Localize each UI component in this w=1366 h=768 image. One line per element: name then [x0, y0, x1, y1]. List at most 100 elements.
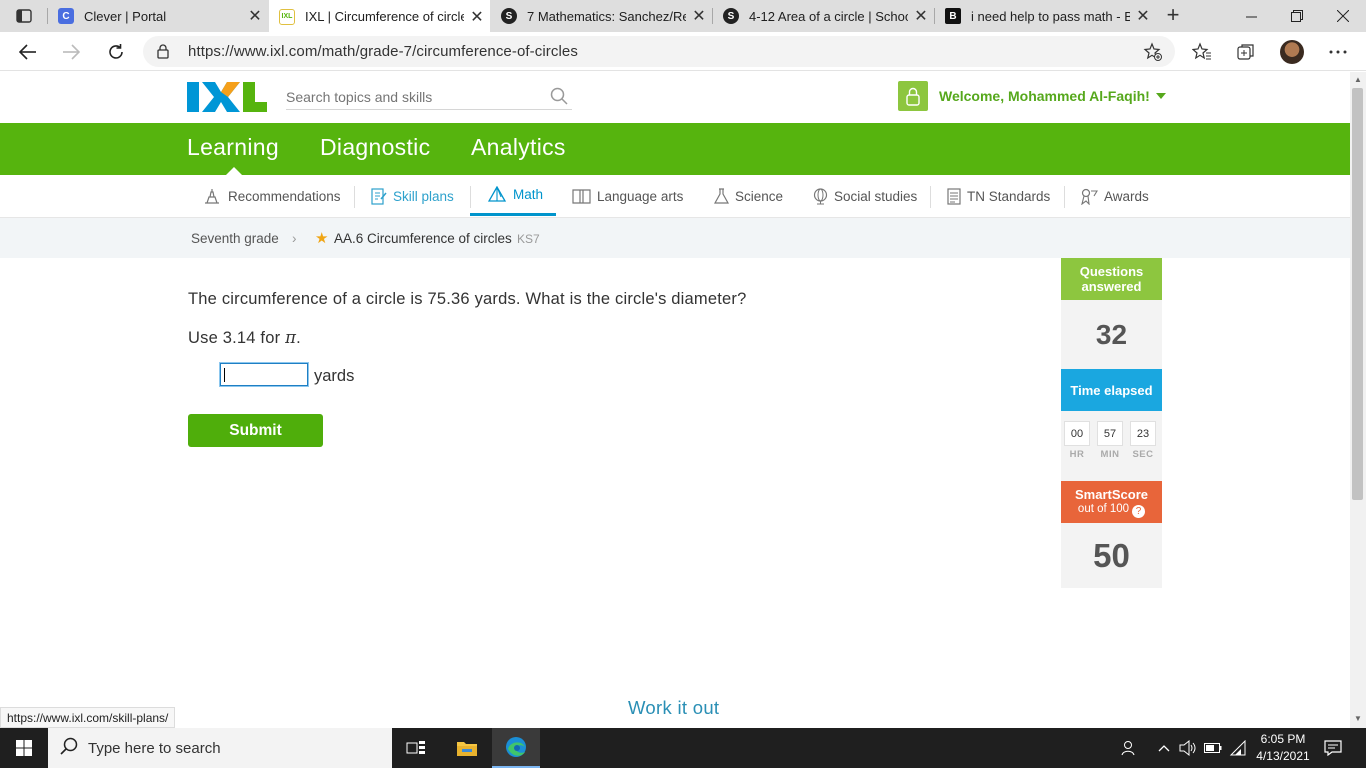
url-text: https://www.ixl.com/math/grade-7/circumf…	[188, 43, 578, 60]
awards-icon	[1080, 188, 1098, 205]
clock-time: 6:05 PM	[1260, 732, 1306, 746]
subnav-tn-standards[interactable]: TN Standards	[947, 175, 1050, 217]
subnav-recommendations[interactable]: Recommendations	[203, 175, 341, 217]
favorites-icon[interactable]	[1191, 41, 1213, 63]
edge-browser-icon[interactable]	[492, 728, 540, 768]
close-tab-icon[interactable]: ✕	[242, 6, 268, 26]
add-favorite-icon[interactable]	[1143, 42, 1163, 67]
collections-icon[interactable]	[1235, 41, 1257, 63]
nav-analytics[interactable]: Analytics	[471, 134, 566, 161]
active-nav-pointer	[226, 167, 242, 175]
browser-tab-ixl[interactable]: IXL IXL | Circumference of circles ✕	[269, 0, 490, 33]
time-elapsed-label: Time elapsed	[1061, 369, 1162, 411]
refresh-icon[interactable]	[103, 39, 129, 65]
windows-taskbar: Type here to search 6:05 PM 4/13/2021	[0, 728, 1366, 768]
time-hours: 00	[1064, 421, 1090, 446]
profile-avatar[interactable]	[1280, 40, 1304, 64]
tab-actions-icon[interactable]	[10, 7, 38, 25]
breadcrumb-grade[interactable]: Seventh grade	[191, 231, 279, 246]
user-icon	[898, 81, 928, 111]
stats-sidebar: Questions answered 32 Time elapsed 00 57…	[1061, 258, 1162, 588]
help-icon[interactable]: ?	[1132, 504, 1146, 518]
subnav-language-arts[interactable]: Language arts	[572, 175, 683, 217]
submit-button[interactable]: Submit	[188, 414, 323, 447]
restore-icon[interactable]	[1274, 0, 1320, 32]
search-input[interactable]	[286, 86, 536, 108]
subnav-science[interactable]: Science	[714, 175, 783, 217]
subject-nav: Recommendations Skill plans Math Languag…	[0, 175, 1350, 218]
questions-answered-value: 32	[1061, 300, 1162, 369]
taskbar-clock[interactable]: 6:05 PM 4/13/2021	[1250, 731, 1316, 765]
chevron-up-icon[interactable]	[1154, 728, 1174, 768]
close-tab-icon[interactable]: ✕	[908, 6, 934, 26]
browser-tab-strip: C Clever | Portal ✕ IXL IXL | Circumfere…	[0, 0, 1366, 33]
battery-icon[interactable]	[1202, 728, 1224, 768]
people-icon[interactable]	[1116, 728, 1142, 768]
brainly-favicon-icon: B	[945, 8, 961, 24]
status-bar-link: https://www.ixl.com/skill-plans/	[0, 707, 176, 728]
welcome-text: Welcome, Mohammed Al-Faqih!	[939, 88, 1150, 104]
new-tab-icon[interactable]: +	[1162, 4, 1184, 28]
taskbar-search[interactable]: Type here to search	[48, 728, 392, 768]
schoology-favicon-icon: S	[501, 8, 517, 24]
flask-icon	[714, 187, 729, 205]
math-pyramid-icon	[488, 185, 507, 203]
lock-icon[interactable]	[157, 44, 169, 64]
ixl-logo[interactable]	[187, 82, 267, 112]
answer-input[interactable]	[220, 363, 308, 386]
star-icon: ★	[315, 230, 329, 247]
smartscore-value: 50	[1061, 523, 1162, 588]
subnav-social-studies[interactable]: Social studies	[813, 175, 917, 217]
close-tab-icon[interactable]: ✕	[464, 7, 490, 27]
tab-title: 4-12 Area of a circle | Schoology	[749, 8, 908, 24]
close-tab-icon[interactable]: ✕	[686, 6, 712, 26]
seconds-label: SEC	[1132, 449, 1154, 460]
ixl-page: Welcome, Mohammed Al-Faqih! Learning Dia…	[0, 72, 1350, 728]
wifi-icon[interactable]	[1226, 728, 1250, 768]
ixl-favicon-icon: IXL	[279, 8, 295, 25]
page-scrollbar[interactable]: ▲ ▼	[1350, 72, 1366, 728]
scrollbar-thumb[interactable]	[1352, 88, 1363, 500]
task-view-icon[interactable]	[392, 728, 440, 768]
subnav-awards[interactable]: Awards	[1080, 175, 1149, 217]
browser-tab-brainly[interactable]: B i need help to pass math - Brainly ✕	[935, 0, 1156, 32]
questions-answered-label: Questions answered	[1061, 258, 1162, 300]
close-tab-icon[interactable]: ✕	[1130, 6, 1156, 26]
globe-icon	[813, 187, 828, 205]
search-icon[interactable]	[550, 87, 568, 110]
work-it-out-link[interactable]: Work it out	[628, 697, 719, 719]
topic-search-box[interactable]	[286, 86, 572, 110]
question-text: The circumference of a circle is 75.36 y…	[188, 290, 747, 308]
file-explorer-icon[interactable]	[443, 728, 491, 768]
browser-tab-clever[interactable]: C Clever | Portal ✕	[48, 0, 268, 32]
windows-start-icon[interactable]	[0, 728, 48, 768]
skill-code: KS7	[517, 232, 540, 246]
browser-tab-schoology-area[interactable]: S 4-12 Area of a circle | Schoology ✕	[713, 0, 934, 32]
speaker-icon[interactable]	[1177, 728, 1199, 768]
minimize-icon[interactable]	[1228, 0, 1274, 32]
more-options-icon[interactable]	[1327, 41, 1349, 63]
subnav-math[interactable]: Math	[470, 175, 556, 216]
user-menu[interactable]: Welcome, Mohammed Al-Faqih!	[898, 81, 1166, 111]
back-arrow-icon[interactable]	[15, 39, 41, 65]
notifications-icon[interactable]	[1318, 728, 1348, 768]
subnav-skill-plans[interactable]: Skill plans	[371, 175, 454, 217]
search-icon	[60, 737, 78, 760]
nav-learning[interactable]: Learning	[187, 134, 279, 161]
close-window-icon[interactable]	[1320, 0, 1366, 32]
time-seconds: 23	[1130, 421, 1156, 446]
recommendations-icon	[203, 187, 222, 205]
smartscore-label: SmartScore out of 100?	[1061, 481, 1162, 523]
browser-tab-schoology-math[interactable]: S 7 Mathematics: Sanchez/Reid ✕	[491, 0, 712, 32]
clock-date: 4/13/2021	[1256, 749, 1310, 763]
hours-label: HR	[1069, 449, 1085, 460]
url-field[interactable]: https://www.ixl.com/math/grade-7/circumf…	[143, 36, 1175, 67]
minutes-label: MIN	[1100, 449, 1120, 460]
question-hint: Use 3.14 for π.	[188, 328, 301, 347]
nav-diagnostic[interactable]: Diagnostic	[320, 134, 430, 161]
chevron-right-icon: ›	[292, 231, 297, 246]
forward-arrow-icon[interactable]	[58, 39, 84, 65]
breadcrumb: Seventh grade › ★ AA.6 Circumference of …	[0, 218, 1350, 258]
breadcrumb-skill: AA.6 Circumference of circles	[334, 231, 512, 246]
tab-title: 7 Mathematics: Sanchez/Reid	[527, 8, 686, 24]
